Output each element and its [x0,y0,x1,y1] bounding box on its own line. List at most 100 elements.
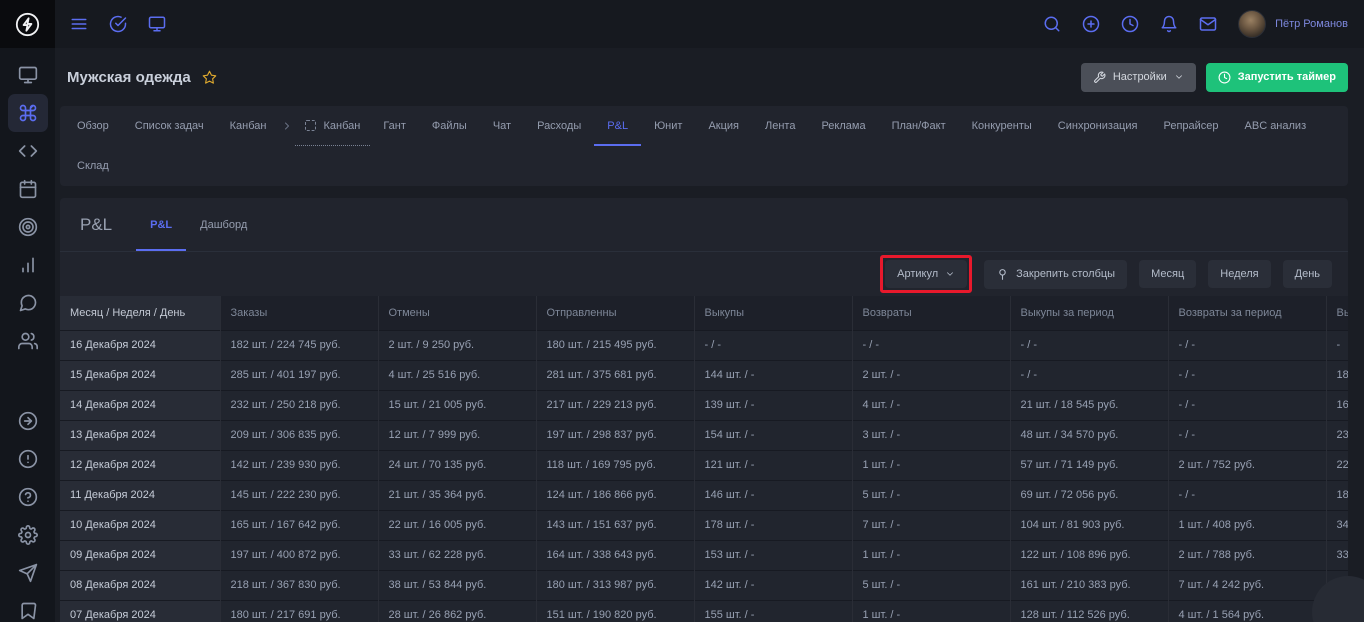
monitor-icon[interactable] [148,15,166,33]
project-tab[interactable]: Конкуренты [959,106,1045,146]
menu-icon[interactable] [70,15,88,33]
check-circle-icon[interactable] [109,15,127,33]
data-cell: - / - [1168,360,1326,390]
data-cell: 22 шт. / 16 005 руб. [378,510,536,540]
project-tab[interactable]: Акция [695,106,752,146]
bell-icon[interactable] [1160,15,1178,33]
data-cell: 22 [1326,450,1348,480]
send-icon [18,563,38,583]
project-tab[interactable]: Файлы [419,106,480,146]
user-menu[interactable]: Пётр Романов [1238,10,1348,38]
pnl-section: P&L P&L Дашборд Артикул Закрепить столбц… [60,198,1348,622]
project-tab[interactable]: Реклама [808,106,878,146]
pin-columns-button[interactable]: Закрепить столбцы [984,260,1127,289]
pnl-table-wrap: Месяц / Неделя / ДеньЗаказыОтменыОтправл… [60,296,1348,622]
topbar-left-icons [70,15,166,33]
data-cell: 209 шт. / 306 835 руб. [220,420,378,450]
table-row: 12 Декабря 2024142 шт. / 239 930 руб.24 … [60,450,1348,480]
date-cell: 11 Декабря 2024 [60,480,220,510]
project-tab[interactable]: ABC анализ [1232,106,1320,146]
subtab-pnl[interactable]: P&L [136,198,186,251]
data-cell: 178 шт. / - [694,510,852,540]
date-cell: 14 Декабря 2024 [60,390,220,420]
sidebar-item-command[interactable] [8,94,48,132]
period-button-week[interactable]: Неделя [1208,260,1270,288]
project-tab[interactable]: Склад [64,146,122,186]
data-cell: 69 шт. / 72 056 руб. [1010,480,1168,510]
project-tab[interactable]: Обзор [64,106,122,146]
project-tab[interactable]: Синхронизация [1045,106,1151,146]
sidebar-item-bookmark[interactable] [8,592,48,622]
data-cell: 144 шт. / - [694,360,852,390]
date-cell: 13 Декабря 2024 [60,420,220,450]
project-tab[interactable]: P&L [594,106,641,146]
target-icon [18,217,38,237]
project-tab[interactable]: Гант [370,106,419,146]
start-timer-button[interactable]: Запустить таймер [1206,63,1348,92]
sidebar-item-monitor[interactable] [8,56,48,94]
bar-chart-icon [18,255,38,275]
period-buttons: Месяц Неделя День [1139,260,1332,288]
table-row: 08 Декабря 2024218 шт. / 367 830 руб.38 … [60,570,1348,600]
sidebar-item-alert-circle[interactable] [8,440,48,478]
data-cell: 1 шт. / 408 руб. [1168,510,1326,540]
data-cell: 182 шт. / 224 745 руб. [220,330,378,360]
pnl-section-header: P&L P&L Дашборд [60,198,1348,252]
project-tab[interactable]: Лента [752,106,808,146]
artikul-dropdown-button[interactable]: Артикул [885,260,967,288]
mail-icon[interactable] [1199,15,1217,33]
project-tab[interactable]: Чат [480,106,524,146]
sidebar-item-help-circle[interactable] [8,478,48,516]
sidebar-item-code[interactable] [8,132,48,170]
page-header: Мужская одежда Настройки Запустить тайме… [60,48,1348,106]
users-icon [18,331,38,351]
column-header: Месяц / Неделя / День [60,296,220,330]
data-cell: 7 шт. / 4 242 руб. [1168,570,1326,600]
chevron-right-icon [281,120,293,132]
app-logo[interactable] [0,0,55,48]
sidebar-item-target[interactable] [8,208,48,246]
favorite-star-icon[interactable] [202,70,217,85]
table-row: 07 Декабря 2024180 шт. / 217 691 руб.28 … [60,600,1348,622]
sidebar-item-users[interactable] [8,322,48,360]
sidebar-item-arrow-right-circle[interactable] [8,402,48,440]
table-row: 13 Декабря 2024209 шт. / 306 835 руб.12 … [60,420,1348,450]
settings-button[interactable]: Настройки [1081,63,1196,92]
data-cell: 5 шт. / - [852,570,1010,600]
search-icon[interactable] [1043,15,1061,33]
data-cell: 2 шт. / - [852,360,1010,390]
table-row: 16 Декабря 2024182 шт. / 224 745 руб.2 ш… [60,330,1348,360]
data-cell: 145 шт. / 222 230 руб. [220,480,378,510]
period-button-month[interactable]: Месяц [1139,260,1196,288]
data-cell: - [1326,330,1348,360]
data-cell: 2 шт. / 9 250 руб. [378,330,536,360]
table-row: 14 Декабря 2024232 шт. / 250 218 руб.15 … [60,390,1348,420]
project-tab[interactable]: Список задач [122,106,217,146]
sidebar-item-calendar[interactable] [8,170,48,208]
project-tab[interactable]: Расходы [524,106,594,146]
sidebar-item-message-circle[interactable] [8,284,48,322]
avatar [1238,10,1266,38]
main-content: Мужская одежда Настройки Запустить тайме… [55,48,1364,622]
sidebar-item-send[interactable] [8,554,48,592]
period-button-day[interactable]: День [1283,260,1332,288]
data-cell: 104 шт. / 81 903 руб. [1010,510,1168,540]
subtab-dashboard[interactable]: Дашборд [186,198,261,251]
project-tab[interactable]: Канбан [217,106,280,146]
calendar-icon [18,179,38,199]
plus-circle-icon[interactable] [1082,15,1100,33]
sidebar-item-settings[interactable] [8,516,48,554]
project-tab[interactable]: Репрайсер [1150,106,1231,146]
date-cell: 10 Декабря 2024 [60,510,220,540]
project-tab[interactable]: Юнит [641,106,695,146]
data-cell: 28 шт. / 26 862 руб. [378,600,536,622]
clock-icon[interactable] [1121,15,1139,33]
column-header: Возвраты [852,296,1010,330]
wrench-icon [1093,71,1106,84]
sidebar-item-bar-chart[interactable] [8,246,48,284]
tab-kanban-sub[interactable]: Канбан [295,106,370,146]
data-cell: 161 шт. / 210 383 руб. [1010,570,1168,600]
pin-button-label: Закрепить столбцы [1016,268,1115,280]
project-tab[interactable]: План/Факт [879,106,959,146]
data-cell: 122 шт. / 108 896 руб. [1010,540,1168,570]
